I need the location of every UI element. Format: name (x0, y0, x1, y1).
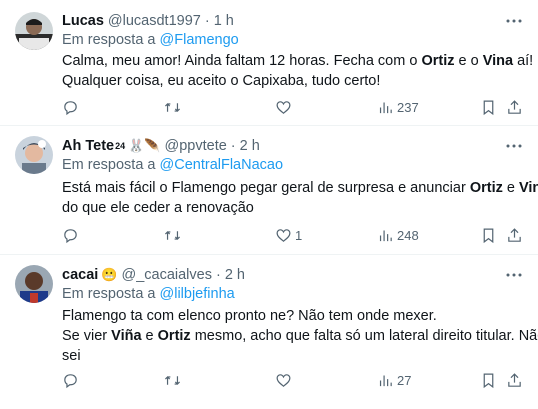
heart-icon (276, 228, 291, 242)
retweet-button[interactable] (164, 370, 184, 390)
reply-prefix: Em resposta a (62, 32, 160, 48)
reply-prefix: Em resposta a (62, 286, 160, 302)
action-bar: 27 (62, 370, 522, 390)
heart-icon (276, 373, 291, 387)
heart-icon (276, 100, 291, 114)
like-button[interactable]: 1 (275, 225, 302, 245)
separator-dot: · (215, 267, 221, 283)
bookmark-icon (483, 228, 494, 243)
avatar[interactable] (15, 265, 53, 303)
share-icon (508, 99, 521, 114)
tweet-text-line: Flamengo ta com elenco pronto ne? Não te… (62, 308, 437, 324)
tweet-header: cacai 😬 @_cacaialves · 2 h (62, 265, 524, 285)
share-button[interactable] (506, 225, 523, 245)
more-icon[interactable] (504, 136, 524, 156)
reply-button[interactable] (62, 97, 82, 117)
tweet-text: Está mais fácil o Flamengo pegar geral d… (62, 178, 538, 218)
tweet[interactable]: Ah Tete 24 🐰🪶 @ppvtete · 2 h Em resposta… (0, 126, 538, 254)
reply-icon (64, 100, 77, 115)
author-handle[interactable]: @ppvtete (165, 138, 227, 154)
bookmark-button[interactable] (480, 225, 497, 245)
tweet-header: Ah Tete 24 🐰🪶 @ppvtete · 2 h (62, 136, 524, 156)
views-icon (379, 230, 392, 241)
timestamp[interactable]: 2 h (225, 267, 245, 283)
author-handle[interactable]: @_cacaialves (121, 267, 211, 283)
views-icon (379, 375, 392, 386)
tweet-feed: Lucas @lucasdt1997 · 1 h Em resposta a @… (0, 0, 538, 409)
tweet-text-line: Está mais fácil o Flamengo pegar geral d… (62, 180, 538, 196)
tweet-header: Lucas @lucasdt1997 · 1 h (62, 11, 524, 31)
name-emoji: 😬 (101, 267, 118, 282)
more-icon[interactable] (504, 265, 524, 285)
like-button[interactable] (275, 370, 295, 390)
views-icon (379, 102, 392, 113)
tweet-text: Flamengo ta com elenco pronto ne? Não te… (62, 306, 538, 366)
share-icon (508, 227, 521, 242)
tweet-text-line: sei (62, 348, 81, 364)
tweet-text-line: Se vier Viña e Ortiz mesmo, acho que fal… (62, 328, 538, 344)
tweet-text-line: Calma, meu amor! Ainda faltam 12 horas. … (62, 53, 534, 69)
separator-dot: · (230, 138, 236, 154)
reply-prefix: Em resposta a (62, 157, 160, 173)
more-icon[interactable] (504, 11, 524, 31)
reply-context: Em resposta a @CentralFlaNacao (62, 157, 283, 173)
bookmark-button[interactable] (480, 97, 497, 117)
share-button[interactable] (506, 370, 523, 390)
name-emoji: 🐰🪶 (128, 138, 161, 153)
tweet[interactable]: Lucas @lucasdt1997 · 1 h Em resposta a @… (0, 0, 538, 125)
reply-icon (64, 373, 77, 388)
reply-icon (64, 228, 77, 243)
bookmark-icon (483, 373, 494, 388)
action-bar: 1 248 (62, 225, 522, 245)
reply-mention-link[interactable]: @Flamengo (160, 32, 239, 48)
tweet-text-line: do que ele ceder a renovação (62, 200, 254, 216)
bookmark-button[interactable] (480, 370, 497, 390)
avatar[interactable] (15, 136, 53, 174)
tweet[interactable]: cacai 😬 @_cacaialves · 2 h Em resposta a… (0, 255, 538, 409)
author-handle[interactable]: @lucasdt1997 (108, 13, 201, 29)
reply-mention-link[interactable]: @CentralFlaNacao (160, 157, 284, 173)
share-button[interactable] (506, 97, 523, 117)
bookmark-icon (483, 100, 494, 115)
tweet-text: Calma, meu amor! Ainda faltam 12 horas. … (62, 51, 534, 91)
author-name[interactable]: Lucas (62, 13, 104, 29)
retweet-icon (164, 230, 181, 240)
retweet-icon (164, 375, 181, 385)
views-button[interactable]: 248 (377, 225, 419, 245)
retweet-button[interactable] (164, 225, 184, 245)
action-bar: 237 (62, 97, 522, 117)
separator-dot: · (204, 13, 210, 29)
reply-mention-link[interactable]: @lilbjefinha (160, 286, 235, 302)
avatar[interactable] (15, 12, 53, 50)
author-name[interactable]: cacai (62, 267, 98, 283)
reply-button[interactable] (62, 225, 82, 245)
reply-context: Em resposta a @Flamengo (62, 32, 239, 48)
timestamp[interactable]: 1 h (214, 13, 234, 29)
views-button[interactable]: 237 (377, 97, 419, 117)
reply-button[interactable] (62, 370, 82, 390)
timestamp[interactable]: 2 h (240, 138, 260, 154)
author-name[interactable]: Ah Tete (62, 138, 114, 154)
name-badge: 24 (115, 141, 126, 151)
like-button[interactable] (275, 97, 295, 117)
share-icon (508, 372, 521, 387)
retweet-button[interactable] (164, 97, 184, 117)
tweet-text-line: Qualquer coisa, eu aceito o Capixaba, tu… (62, 73, 381, 89)
views-button[interactable]: 27 (377, 370, 411, 390)
reply-context: Em resposta a @lilbjefinha (62, 286, 235, 302)
retweet-icon (164, 102, 181, 112)
